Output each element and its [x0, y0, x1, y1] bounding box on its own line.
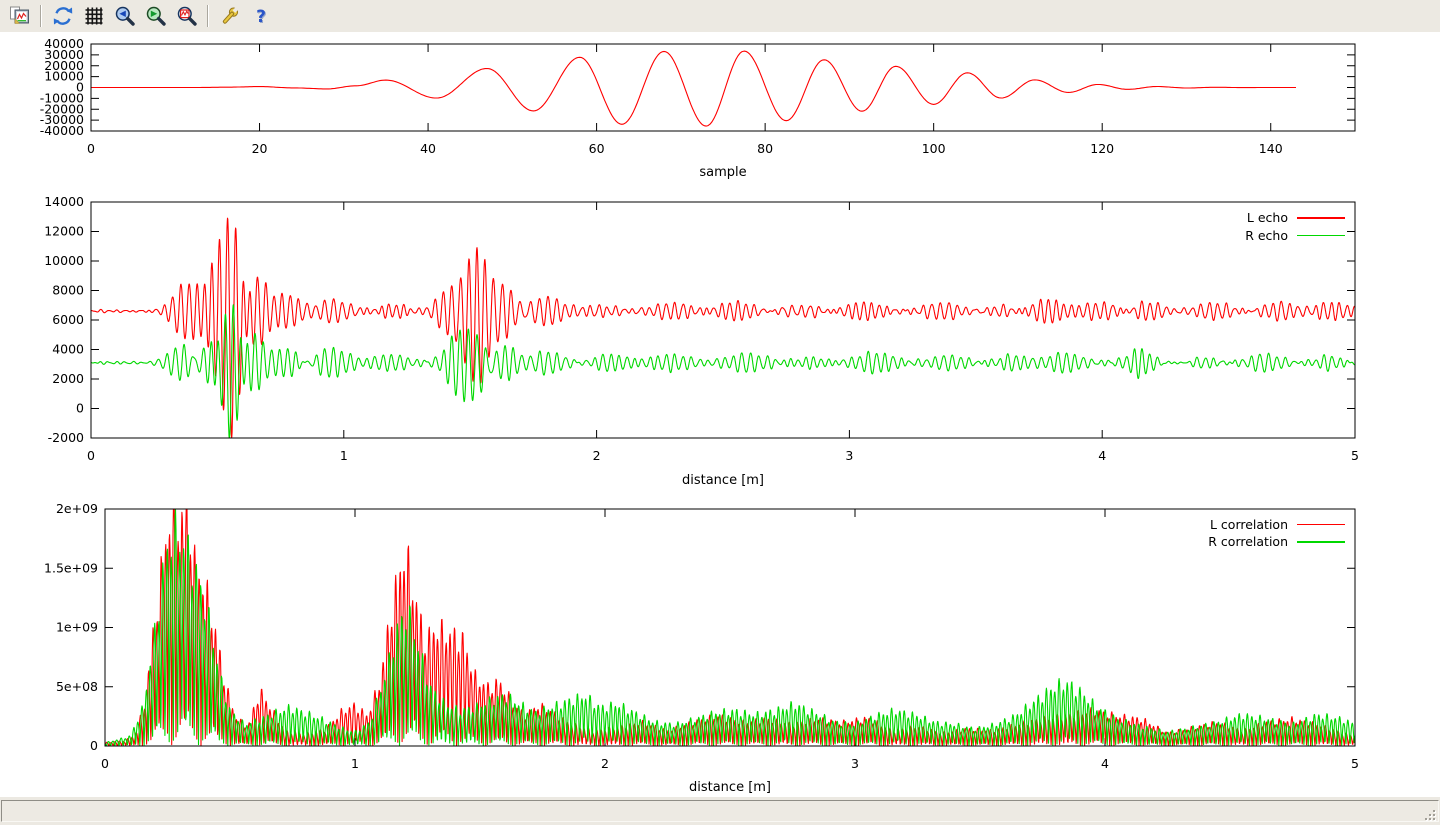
- zoom-previous-button[interactable]: [109, 1, 140, 31]
- y-tick-label: 0: [90, 738, 98, 753]
- toolbar-separator: [207, 5, 209, 27]
- x-tick-label: 140: [1259, 141, 1283, 156]
- y-tick-label: 0: [76, 401, 84, 416]
- echo-legend: L echo R echo: [1245, 209, 1345, 244]
- y-tick-label: 8000: [52, 283, 84, 298]
- x-tick-label: 100: [922, 141, 946, 156]
- legend-label: L echo: [1247, 210, 1288, 225]
- x-tick-label: 5: [1351, 756, 1359, 771]
- chart2-xlabel: distance [m]: [91, 473, 1355, 488]
- chart-3: 0 1 2 3 4 5 0 5e+08 1e+09 1.5e+09 2e+09: [44, 501, 1359, 771]
- x-tick-label: 4: [1101, 756, 1109, 771]
- y-tick-label: 12000: [44, 224, 84, 239]
- series-pulse-waveform: [91, 51, 1296, 126]
- y-tick-label: 1.5e+09: [44, 560, 98, 575]
- legend-label: R correlation: [1208, 534, 1288, 549]
- plot-border: [105, 509, 1355, 746]
- x-tick-label: 3: [851, 756, 859, 771]
- svg-text:?: ?: [256, 7, 266, 27]
- copy-plot-to-clipboard-button[interactable]: [4, 1, 35, 31]
- toolbar: ? ?: [0, 0, 1440, 33]
- toolbar-separator: [40, 5, 42, 27]
- x-tick-label: 80: [757, 141, 773, 156]
- legend-line-swatch: [1297, 524, 1345, 526]
- help-icon: ? ?: [250, 5, 272, 27]
- chart-1: 020406080100120140-40000-30000-20000-100…: [40, 36, 1355, 156]
- x-tick-label: 40: [420, 141, 436, 156]
- x-tick-label: 2: [601, 756, 609, 771]
- x-tick-label: 4: [1098, 448, 1106, 463]
- zoom-next-icon: [145, 5, 167, 27]
- x-tick-label: 60: [589, 141, 605, 156]
- chart1-xlabel: sample: [91, 165, 1355, 180]
- y-tick-label: 2000: [52, 371, 84, 386]
- series-l-correlation: [105, 509, 1355, 746]
- x-tick-label: 0: [87, 141, 95, 156]
- y-tick-label: 6000: [52, 312, 84, 327]
- gnuplot-charts[interactable]: 020406080100120140-40000-30000-20000-100…: [0, 32, 1440, 797]
- x-tick-label: 2: [593, 448, 601, 463]
- legend-line-swatch: [1297, 541, 1345, 543]
- series-r-echo: [91, 305, 1355, 438]
- y-tick-label: 2e+09: [56, 501, 98, 516]
- x-tick-label: 120: [1090, 141, 1114, 156]
- autoscale-button[interactable]: [171, 1, 202, 31]
- legend-label: R echo: [1245, 228, 1288, 243]
- copy-plot-to-clipboard-icon: [9, 5, 31, 27]
- series-l-echo: [91, 218, 1355, 437]
- resize-grip[interactable]: [1424, 809, 1438, 823]
- series-r-correlation: [105, 509, 1355, 746]
- y-tick-label: 40000: [44, 36, 84, 51]
- y-tick-label: 10000: [44, 253, 84, 268]
- status-bar: [0, 797, 1440, 825]
- plot-canvas: 020406080100120140-40000-30000-20000-100…: [0, 32, 1440, 797]
- x-tick-label: 0: [87, 448, 95, 463]
- plot-border: [91, 202, 1355, 438]
- y-tick-label: 1e+09: [56, 620, 98, 635]
- legend-label: L correlation: [1210, 517, 1288, 532]
- legend-line-swatch: [1297, 217, 1345, 219]
- zoom-previous-icon: [114, 5, 136, 27]
- x-tick-label: 3: [845, 448, 853, 463]
- correlation-legend: L correlation R correlation: [1208, 516, 1345, 551]
- y-tick-label: -2000: [48, 430, 84, 445]
- chart3-xlabel: distance [m]: [105, 780, 1355, 795]
- y-tick-label: 5e+08: [56, 679, 98, 694]
- help-button[interactable]: ? ?: [245, 1, 276, 31]
- zoom-next-button[interactable]: [140, 1, 171, 31]
- y-tick-label: 4000: [52, 342, 84, 357]
- x-tick-label: 20: [252, 141, 268, 156]
- status-message-panel: [1, 800, 1439, 822]
- configure-plot-button[interactable]: [214, 1, 245, 31]
- legend-item: R correlation: [1208, 533, 1345, 551]
- legend-item: L correlation: [1208, 516, 1345, 534]
- x-tick-label: 0: [101, 756, 109, 771]
- x-tick-label: 5: [1351, 448, 1359, 463]
- toggle-grid-button[interactable]: [78, 1, 109, 31]
- configure-plot-icon: [219, 5, 241, 27]
- legend-item: L echo: [1245, 209, 1345, 227]
- x-tick-label: 1: [340, 448, 348, 463]
- x-tick-label: 1: [351, 756, 359, 771]
- replot-button[interactable]: [47, 1, 78, 31]
- replot-icon: [52, 5, 74, 27]
- autoscale-icon: [176, 5, 198, 27]
- toggle-grid-icon: [83, 5, 105, 27]
- legend-item: R echo: [1245, 227, 1345, 245]
- chart-2: 012345-200002000400060008000100001200014…: [44, 194, 1359, 463]
- legend-line-swatch: [1297, 235, 1345, 237]
- y-tick-label: 14000: [44, 194, 84, 209]
